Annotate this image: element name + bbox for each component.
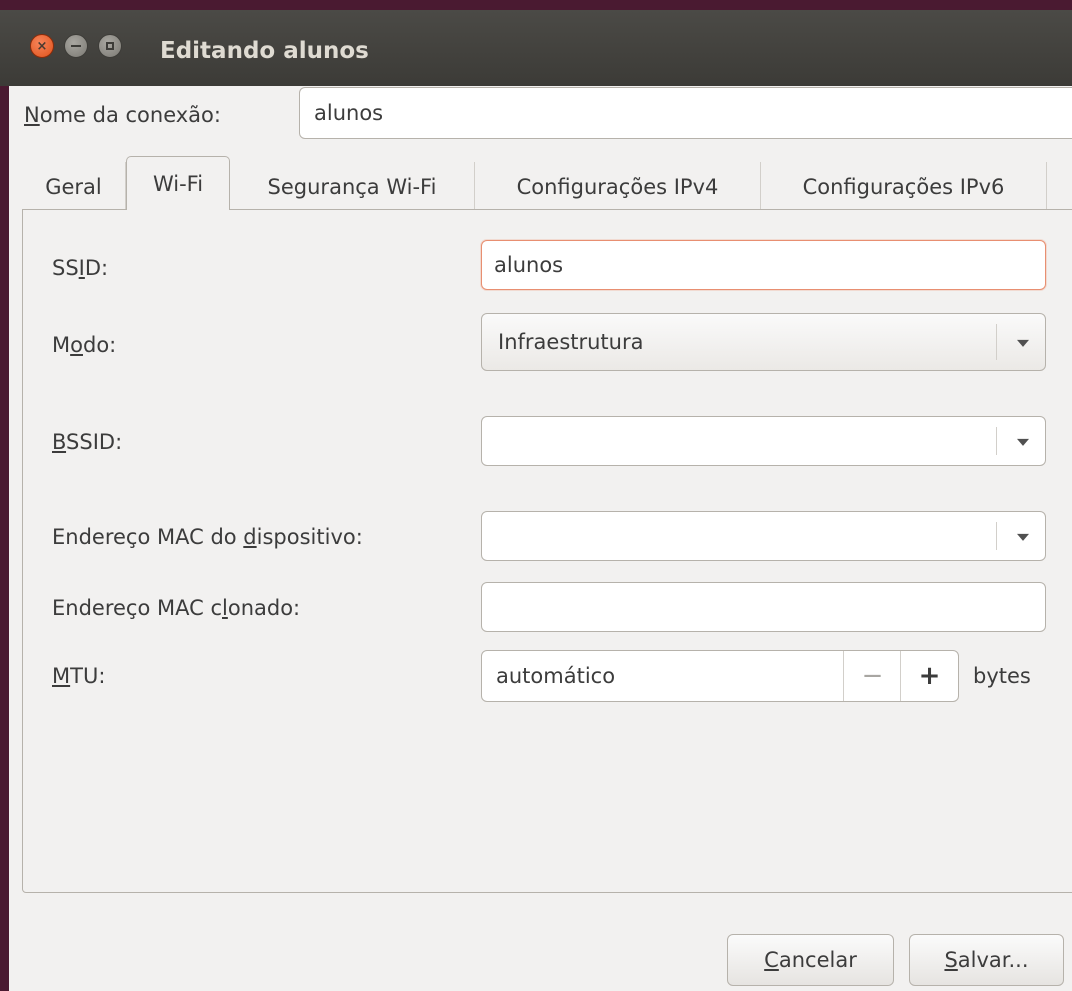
- label-text: SSID:: [66, 430, 123, 454]
- window-title: Editando alunos: [160, 38, 369, 64]
- maximize-icon: [99, 35, 121, 57]
- tab-geral[interactable]: Geral: [22, 162, 126, 212]
- label-text: D:: [84, 256, 109, 280]
- cloned-mac-input[interactable]: [481, 582, 1046, 632]
- mnemonic: N: [24, 103, 40, 127]
- label-text: do:: [82, 333, 117, 357]
- label-text: SS: [52, 256, 79, 280]
- label-text: TU:: [70, 664, 106, 688]
- label-text: ispositivo:: [256, 525, 363, 549]
- mode-label: Modo:: [52, 333, 116, 357]
- save-button[interactable]: Salvar...: [909, 934, 1064, 986]
- mnemonic: o: [70, 333, 83, 357]
- mtu-unit-label: bytes: [973, 664, 1031, 688]
- minimize-icon: [65, 35, 87, 57]
- cancel-button[interactable]: Cancelar: [727, 934, 894, 986]
- tab-seguranca-wifi[interactable]: Segurança Wi-Fi: [230, 162, 475, 212]
- ssid-label: SSID:: [52, 256, 108, 280]
- cloned-mac-label: Endereço MAC clonado:: [52, 596, 300, 620]
- separator: [996, 427, 997, 455]
- connection-name-label: Nome da conexão:: [24, 103, 221, 127]
- ssid-input[interactable]: [481, 240, 1046, 290]
- separator: [996, 324, 997, 360]
- device-mac-combo-entry[interactable]: [481, 511, 1046, 561]
- tab-bar: Geral Wi-Fi Segurança Wi-Fi Configuraçõe…: [22, 156, 1072, 212]
- mtu-label: MTU:: [52, 664, 105, 688]
- mtu-increment-button[interactable]: +: [900, 651, 958, 701]
- mnemonic: M: [52, 664, 71, 688]
- mtu-value[interactable]: automático: [496, 664, 615, 688]
- chevron-down-icon[interactable]: [1017, 438, 1029, 446]
- tab-ipv6[interactable]: Configurações IPv6: [761, 162, 1047, 212]
- tab-label: Geral: [45, 175, 102, 199]
- close-window-button[interactable]: ×: [30, 34, 54, 58]
- device-mac-label: Endereço MAC do dispositivo:: [52, 525, 363, 549]
- mode-selected-value: Infraestrutura: [498, 330, 644, 354]
- window-border: [0, 0, 9, 991]
- connection-name-input[interactable]: [299, 87, 1072, 139]
- mnemonic: B: [52, 430, 67, 454]
- label-text: ome da conexão:: [39, 103, 221, 127]
- tab-label: Wi-Fi: [152, 171, 204, 196]
- mtu-decrement-button[interactable]: −: [843, 651, 901, 701]
- tab-label: Configurações IPv6: [802, 175, 1005, 199]
- label-text: M: [52, 333, 71, 357]
- button-label: ancelar: [778, 948, 857, 972]
- label-text: Endereço MAC c: [52, 596, 222, 620]
- title-bar[interactable]: × Editando alunos: [0, 0, 1072, 86]
- chevron-down-icon[interactable]: [1017, 533, 1029, 541]
- maximize-window-button[interactable]: [98, 34, 122, 58]
- chevron-down-icon[interactable]: [1017, 339, 1029, 347]
- close-icon: ×: [36, 38, 48, 54]
- label-text: Endereço MAC do: [52, 525, 244, 549]
- separator: [996, 522, 997, 550]
- label-text: onado:: [227, 596, 301, 620]
- bssid-combo-entry[interactable]: [481, 416, 1046, 466]
- minimize-window-button[interactable]: [64, 34, 88, 58]
- tab-label: Segurança Wi-Fi: [267, 175, 437, 199]
- mtu-spin-button[interactable]: automático − +: [481, 650, 959, 702]
- bssid-label: BSSID:: [52, 430, 122, 454]
- mode-dropdown[interactable]: Infraestrutura: [481, 313, 1046, 371]
- button-label: alvar...: [957, 948, 1029, 972]
- mnemonic: C: [764, 948, 779, 972]
- mnemonic: d: [243, 525, 257, 549]
- tab-wifi[interactable]: Wi-Fi: [126, 156, 230, 210]
- mnemonic: S: [944, 948, 958, 972]
- tab-label: Configurações IPv4: [516, 175, 719, 199]
- tab-ipv4[interactable]: Configurações IPv4: [475, 162, 761, 212]
